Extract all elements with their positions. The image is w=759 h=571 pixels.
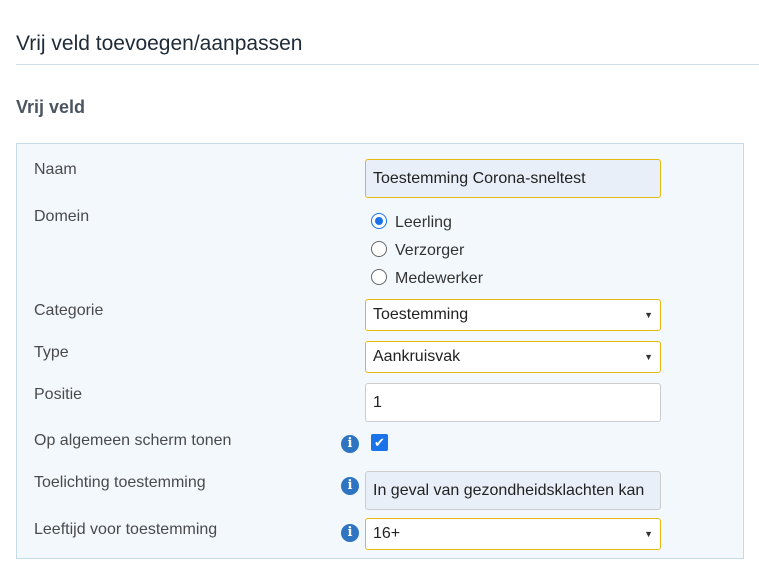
info-icon[interactable]: i [341, 524, 359, 542]
leeftijd-select[interactable]: 16+ ▼ [365, 518, 661, 550]
title-divider [16, 64, 759, 65]
radio-button-medewerker[interactable] [371, 269, 387, 285]
form-panel: Naam Toestemming Corona-sneltest Domein … [16, 143, 744, 559]
radio-label-verzorger: Verzorger [395, 242, 465, 259]
info-icon[interactable]: i [341, 477, 359, 495]
positie-label: Positie [34, 386, 83, 403]
page-title: Vrij veld toevoegen/aanpassen [16, 32, 303, 56]
categorie-label: Categorie [34, 302, 104, 319]
toelichting-label: Toelichting toestemming [34, 474, 206, 491]
positie-input[interactable]: 1 [365, 383, 661, 422]
radio-button-leerling[interactable] [371, 213, 387, 229]
op-algemeen-scherm-label: Op algemeen scherm tonen [34, 432, 232, 449]
radio-button-verzorger[interactable] [371, 241, 387, 257]
info-icon[interactable]: i [341, 435, 359, 453]
caret-down-icon: ▼ [644, 310, 653, 320]
naam-input[interactable]: Toestemming Corona-sneltest [365, 159, 661, 198]
caret-down-icon: ▼ [644, 352, 653, 362]
radio-label-medewerker: Medewerker [395, 270, 484, 287]
type-select[interactable]: Aankruisvak ▼ [365, 341, 661, 373]
op-algemeen-scherm-checkbox[interactable]: ✔ [371, 434, 388, 451]
naam-label: Naam [34, 161, 77, 178]
radio-label-leerling: Leerling [395, 214, 452, 231]
checkmark-icon: ✔ [374, 435, 385, 450]
type-select-value: Aankruisvak [373, 348, 461, 365]
categorie-select-value: Toestemming [373, 306, 469, 323]
leeftijd-label: Leeftijd voor toestemming [34, 521, 218, 538]
leeftijd-select-value: 16+ [373, 525, 401, 542]
categorie-select[interactable]: Toestemming ▼ [365, 299, 661, 331]
domein-label: Domein [34, 208, 90, 225]
type-label: Type [34, 344, 69, 361]
toelichting-input[interactable]: In geval van gezondheidsklachten kan [365, 471, 661, 510]
caret-down-icon: ▼ [644, 529, 653, 539]
section-title: Vrij veld [16, 97, 86, 117]
